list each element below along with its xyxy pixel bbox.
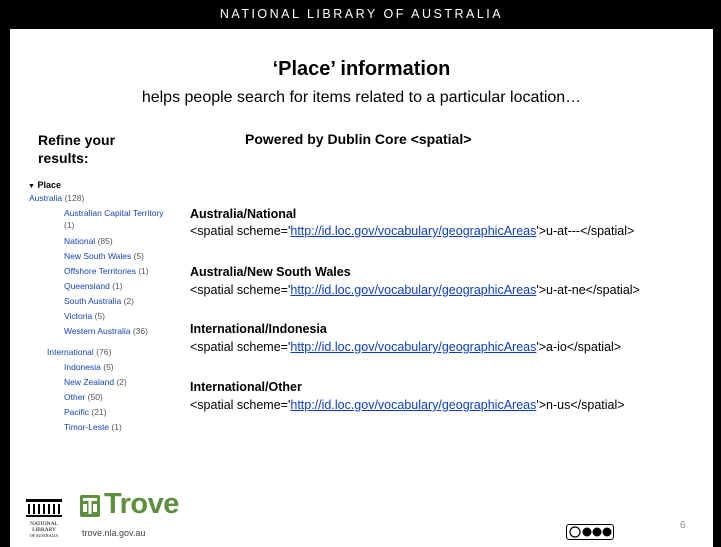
facet-offshore[interactable]: Offshore Territories (1)	[64, 266, 149, 277]
facet-western-australia[interactable]: Western Australia (36)	[64, 326, 148, 337]
entry-title: International/Indonesia	[190, 322, 327, 336]
entry-title: Australia/New South Wales	[190, 265, 351, 279]
triangle-down-icon: ▼	[28, 183, 35, 190]
facet-nsw[interactable]: New South Wales (5)	[64, 251, 144, 262]
facet-new-zealand[interactable]: New Zealand (2)	[64, 377, 127, 388]
vocabulary-link[interactable]: http://id.loc.gov/vocabulary/geographicA…	[290, 398, 536, 412]
facet-other[interactable]: Other (50)	[64, 392, 103, 403]
vocabulary-link[interactable]: http://id.loc.gov/vocabulary/geographicA…	[290, 224, 536, 238]
spatial-code-line: <spatial scheme='http://id.loc.gov/vocab…	[190, 283, 640, 297]
svg-text:OF AUSTRALIA: OF AUSTRALIA	[30, 533, 59, 538]
trove-url[interactable]: trove.nla.gov.au	[82, 528, 145, 538]
vocabulary-link[interactable]: http://id.loc.gov/vocabulary/geographicA…	[290, 340, 536, 354]
facet-timor-leste[interactable]: Timor-Leste (1)	[64, 422, 122, 433]
entry-title: Australia/National	[190, 207, 297, 221]
national-library-logo: NATIONAL LIBRARY OF AUSTRALIA	[26, 499, 62, 538]
facet-act-count: (1)	[64, 220, 75, 230]
facet-south-australia[interactable]: South Australia (2)	[64, 296, 134, 307]
facet-act[interactable]: Australian Capital Territory	[64, 208, 164, 219]
trove-icon	[80, 495, 100, 517]
facet-queensland[interactable]: Queensland (1)	[64, 281, 123, 292]
slide-subtitle: helps people search for items related to…	[141, 89, 582, 106]
vocabulary-link[interactable]: http://id.loc.gov/vocabulary/geographicA…	[290, 283, 536, 297]
facet-indonesia[interactable]: Indonesia (5)	[64, 362, 114, 373]
spatial-code-line: <spatial scheme='http://id.loc.gov/vocab…	[190, 224, 635, 238]
facet-international[interactable]: International (76)	[47, 347, 111, 358]
refine-heading: Refine your results:	[38, 132, 116, 166]
facet-place-label: Place	[37, 180, 61, 190]
page-number: 6	[680, 520, 686, 531]
entry-title: International/Other	[190, 380, 302, 394]
facet-victoria[interactable]: Victoria (5)	[64, 311, 105, 322]
trove-logo-text: Trove	[104, 488, 179, 520]
facet-place-heading[interactable]: ▼ Place	[28, 180, 61, 190]
creative-commons-icon	[566, 524, 614, 540]
facet-pacific[interactable]: Pacific (21)	[64, 407, 107, 418]
slide-title: ‘Place’ information	[272, 58, 451, 80]
powered-by-heading: Powered by Dublin Core <spatial>	[245, 131, 472, 147]
spatial-code-line: <spatial scheme='http://id.loc.gov/vocab…	[190, 340, 622, 354]
slide: NATIONAL LIBRARY OF AUSTRALIA ‘Place’ in…	[10, 0, 713, 547]
facet-australia[interactable]: Australia (128)	[29, 193, 84, 204]
spatial-code-line: <spatial scheme='http://id.loc.gov/vocab…	[190, 398, 625, 412]
facet-national[interactable]: National (85)	[64, 236, 113, 247]
header-bar: NATIONAL LIBRARY OF AUSTRALIA	[10, 0, 713, 29]
